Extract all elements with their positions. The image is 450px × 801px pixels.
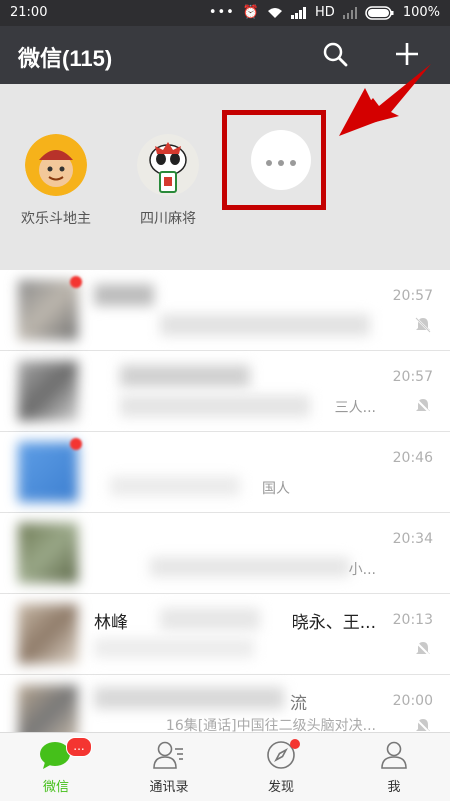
unread-badge: ... (66, 737, 92, 757)
chat-time: 20:13 (392, 612, 433, 628)
chat-time: 20:57 (392, 369, 433, 385)
chat-row[interactable]: 小... 20:34 (0, 513, 450, 594)
mini-program-mahjong[interactable]: 四川麻将 (123, 134, 213, 228)
wifi-icon (268, 7, 283, 18)
discover-dot (290, 739, 300, 749)
tab-me[interactable]: 我 (354, 739, 434, 795)
tab-discover[interactable]: 发现 (241, 739, 321, 795)
muted-bell-icon (415, 718, 431, 732)
muted-bell-icon (415, 317, 431, 333)
unread-dot (70, 276, 82, 288)
battery-icon (365, 5, 394, 20)
mini-program-doudizhu[interactable]: 欢乐斗地主 (11, 134, 101, 228)
chat-preview: 三人... (334, 400, 376, 416)
battery-level: 100% (402, 5, 440, 20)
person-icon (381, 741, 407, 769)
chat-row[interactable]: 林峰 晓永、王... 20:13 (0, 594, 450, 675)
chat-list: 20:57 三人... 20:57 国人 20:46 小... 20:34 林峰… (0, 270, 450, 732)
network-label: HD (315, 5, 335, 20)
status-time: 21:00 (10, 5, 48, 20)
more-notifications-icon: ••• (208, 5, 235, 20)
muted-bell-icon (415, 641, 431, 657)
alarm-icon: ⏰ (242, 5, 260, 20)
chat-avatar (18, 276, 82, 340)
tab-contacts[interactable]: 通讯录 (129, 739, 209, 795)
chat-avatar (18, 361, 78, 421)
chat-row[interactable]: 20:57 (0, 270, 450, 351)
chat-avatar (18, 685, 78, 732)
mini-program-label: 四川麻将 (140, 211, 196, 227)
tab-label: 微信 (42, 780, 69, 795)
chat-preview: 小... (348, 562, 376, 578)
mini-program-label: 欢乐斗地主 (21, 211, 91, 227)
chat-preview: 16集[通话]中国往二级头脑对决... (165, 718, 376, 732)
chat-row[interactable]: 国人 20:46 (0, 432, 450, 513)
chat-preview: 晓永、王... (291, 613, 376, 633)
chat-time: 20:34 (392, 531, 433, 547)
doudizhu-avatar (25, 134, 87, 196)
tab-label: 我 (387, 780, 401, 795)
unread-dot (70, 438, 82, 450)
chat-time: 20:00 (392, 693, 433, 709)
signal-icon-2 (342, 6, 357, 19)
annotation-arrow-icon (339, 64, 431, 136)
annotation-highlight-box (222, 110, 326, 210)
tab-label: 发现 (267, 780, 294, 795)
chat-time: 20:46 (392, 450, 433, 466)
chat-preview: 国人 (262, 481, 290, 497)
chat-time: 20:57 (392, 288, 433, 304)
tab-label: 通讯录 (149, 780, 189, 795)
contacts-icon (153, 741, 183, 769)
mahjong-avatar (137, 134, 199, 196)
status-bar: 21:00 ••• ⏰ HD 100% (0, 0, 450, 26)
chat-avatar (18, 604, 78, 664)
page-title: 微信(115) (18, 46, 113, 71)
chat-avatar (18, 438, 82, 502)
chat-row[interactable]: 三人... 20:57 (0, 351, 450, 432)
signal-icon (291, 6, 307, 19)
chat-avatar (18, 523, 78, 583)
tab-chats[interactable]: ... 微信 (16, 737, 96, 795)
chat-row[interactable]: 流 16集[通话]中国往二级头脑对决... 20:00 (0, 675, 450, 732)
bottom-tab-bar: ... 微信 通讯录 发现 我 (0, 732, 450, 801)
muted-bell-icon (415, 398, 431, 414)
chat-name: 流 (290, 694, 307, 714)
